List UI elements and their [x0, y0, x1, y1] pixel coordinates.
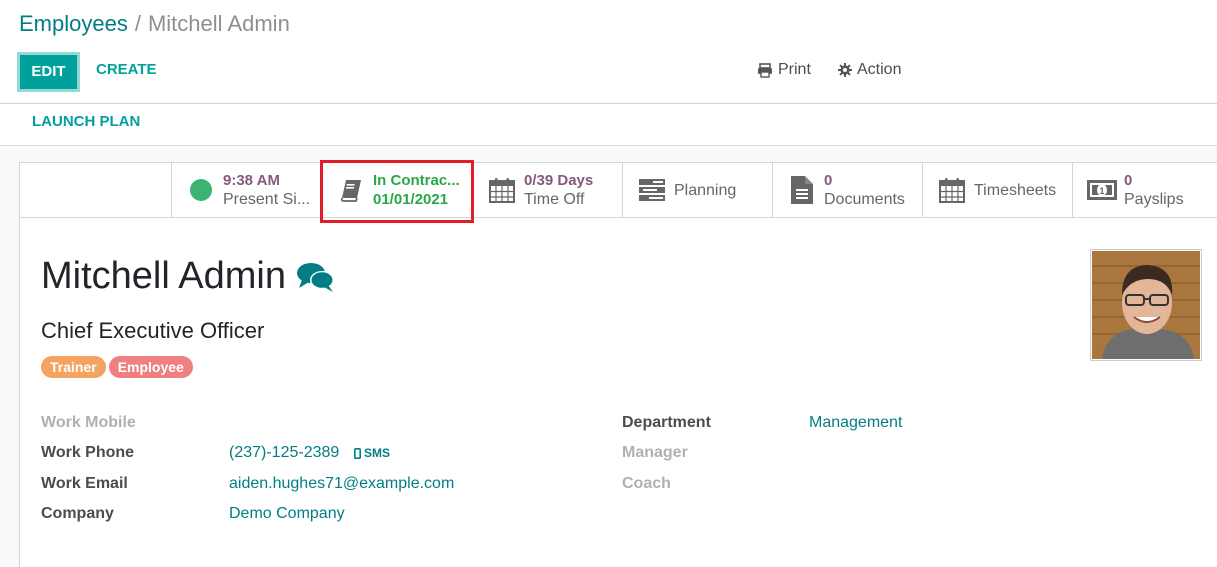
- mobile-icon: [354, 447, 361, 459]
- print-icon: [758, 62, 772, 78]
- payslips-label: Payslips: [1124, 191, 1184, 208]
- presence-smart-button[interactable]: 9:38 AM Present Si...: [171, 163, 321, 217]
- gear-icon: [838, 63, 852, 77]
- work-phone-label: Work Phone: [41, 444, 135, 461]
- time-off-days: 0/39 Days: [524, 172, 594, 189]
- employee-form-sheet: 9:38 AM Present Si... In Contrac... 01/01/…: [19, 160, 1217, 567]
- breadcrumb-separator: /: [134, 11, 141, 36]
- edit-button[interactable]: EDIT: [17, 52, 80, 92]
- calendar-icon: [939, 178, 965, 203]
- planning-label: Planning: [674, 181, 737, 199]
- smart-button-box: 9:38 AM Present Si... In Contrac... 01/01/…: [20, 160, 1217, 223]
- timesheets-label: Timesheets: [974, 181, 1057, 199]
- documents-smart-button[interactable]: 0 Documents: [772, 163, 922, 217]
- time-off-smart-button[interactable]: 0/39 Days Time Off: [472, 163, 622, 217]
- presence-label: Present Si...: [223, 191, 311, 208]
- action-button[interactable]: Action: [838, 61, 901, 79]
- action-label: Action: [857, 61, 902, 78]
- tag-trainer[interactable]: Trainer: [41, 356, 106, 378]
- tag-employee[interactable]: Employee: [108, 356, 193, 378]
- sms-button[interactable]: SMS: [354, 446, 390, 460]
- svg-text:1: 1: [1099, 186, 1104, 196]
- work-phone-value[interactable]: (237)-125-2389: [229, 444, 339, 462]
- documents-label: Documents: [824, 191, 905, 208]
- breadcrumb: Employees / Mitchell Admin: [19, 11, 290, 37]
- company-value[interactable]: Demo Company: [229, 505, 345, 523]
- employee-name-heading: Mitchell Admin: [41, 255, 336, 298]
- payslips-count: 0: [1124, 172, 1133, 189]
- print-label: Print: [778, 61, 811, 78]
- sms-label: SMS: [364, 446, 391, 460]
- create-button[interactable]: CREATE: [96, 61, 157, 78]
- document-icon: [791, 176, 813, 204]
- documents-count: 0: [824, 172, 833, 189]
- tag-list: Trainer Employee: [41, 356, 193, 378]
- breadcrumb-employees-link[interactable]: Employees: [19, 11, 128, 36]
- print-button[interactable]: Print: [757, 61, 811, 79]
- coach-label: Coach: [622, 475, 671, 492]
- job-title: Chief Executive Officer: [41, 318, 265, 343]
- work-email-label: Work Email: [41, 475, 128, 492]
- chat-icon[interactable]: [296, 261, 336, 293]
- work-mobile-label: Work Mobile: [41, 414, 136, 431]
- company-label: Company: [41, 505, 114, 522]
- book-icon: [340, 180, 361, 202]
- control-panel: Employees / Mitchell Admin EDIT CREATE Pri…: [0, 0, 1217, 104]
- money-icon: 1: [1087, 180, 1117, 200]
- employee-avatar[interactable]: [1090, 249, 1202, 361]
- breadcrumb-current: Mitchell Admin: [147, 11, 290, 36]
- contract-status: In Contrac...: [373, 172, 460, 189]
- calendar-icon: [489, 178, 515, 203]
- presence-dot-icon: [190, 179, 212, 201]
- statusbar: [0, 104, 1217, 146]
- time-off-label: Time Off: [524, 191, 585, 208]
- contract-date: 01/01/2021: [373, 191, 449, 208]
- payslips-smart-button[interactable]: 1 0 Payslips: [1072, 163, 1217, 217]
- department-label: Department: [622, 414, 711, 431]
- planning-icon: [639, 179, 665, 201]
- employee-name: Mitchell Admin: [41, 255, 286, 297]
- manager-label: Manager: [622, 444, 688, 461]
- contract-smart-button[interactable]: In Contrac... 01/01/2021: [321, 163, 472, 217]
- work-email-value[interactable]: aiden.hughes71@example.com: [229, 475, 454, 493]
- timesheets-smart-button[interactable]: Timesheets: [922, 163, 1072, 217]
- planning-smart-button[interactable]: Planning: [622, 163, 772, 217]
- avatar-photo: [1092, 251, 1200, 359]
- department-value[interactable]: Management: [809, 414, 902, 432]
- launch-plan-button[interactable]: LAUNCH PLAN: [32, 113, 140, 130]
- presence-time: 9:38 AM: [223, 172, 280, 189]
